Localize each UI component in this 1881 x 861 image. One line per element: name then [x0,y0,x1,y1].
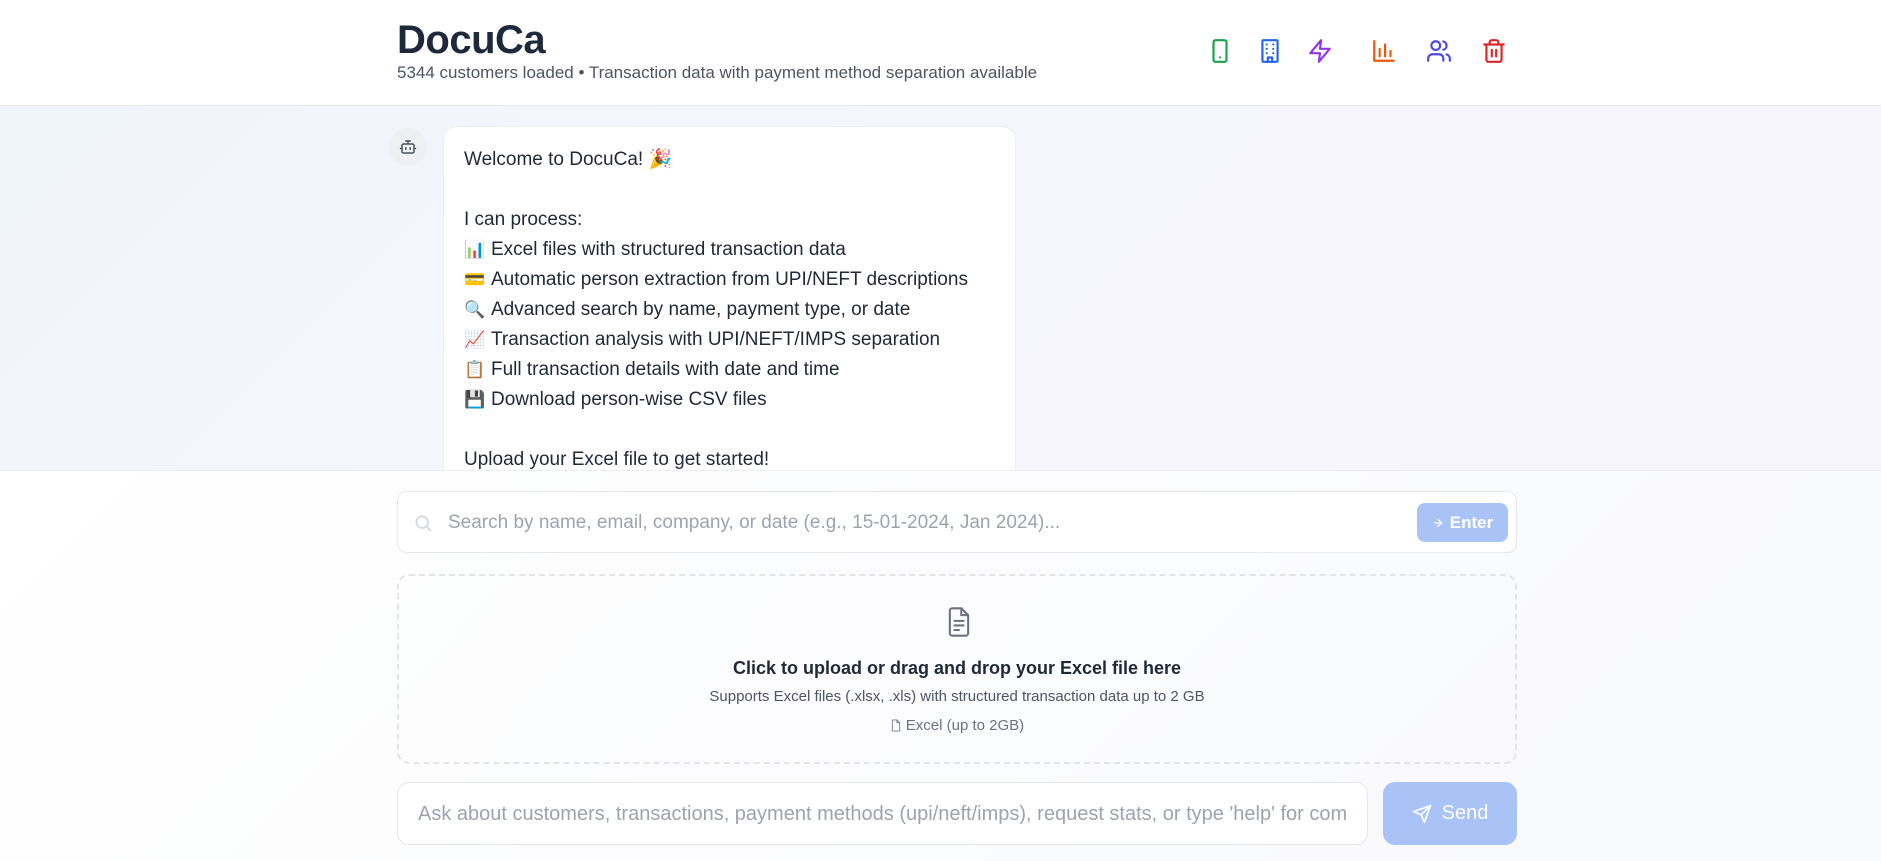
search-input[interactable] [448,506,1388,540]
app-subtitle: 5344 customers loaded • Transaction data… [397,63,1038,82]
input-panel: Enter Click to upload or drag and drop y… [0,471,1881,861]
app-header: DocuCa 5344 customers loaded • Transacti… [0,0,1881,106]
upload-subtitle: Supports Excel files (.xlsx, .xls) with … [709,688,1205,705]
feature-item: 📋 Full transaction details with date and … [464,355,995,385]
upload-title: Click to upload or drag and drop your Ex… [732,658,1182,678]
file-icon [891,719,900,732]
arrow-right-icon [1433,518,1442,527]
upload-format-badge: Excel (up to 2GB) [399,717,1515,734]
search-bar: Enter [397,491,1517,553]
zap-icon[interactable] [1305,36,1335,66]
search-icon [412,512,434,534]
bot-icon [389,128,427,166]
feature-item: 🔍 Advanced search by name, payment type, … [464,295,995,325]
bar-chart-icon[interactable] [1369,36,1399,66]
credit-card-emoji-icon: 💳 [464,270,486,289]
file-text-icon [945,606,973,638]
send-button[interactable]: Send [1383,782,1517,845]
chat-messages[interactable]: Welcome to DocuCa! 🎉 I can process: 📊 Exc… [0,106,1881,471]
feature-item: 📊 Excel files with structured transaction… [464,235,995,265]
outro-text: Upload your Excel file to get started! [464,449,770,470]
chat-input[interactable] [418,797,1348,831]
users-icon[interactable] [1424,36,1454,66]
building-icon[interactable] [1255,36,1285,66]
app-title: DocuCa [397,18,546,62]
feature-item: 💳 Automatic person extraction from UPI/NE… [464,265,995,295]
trash-icon[interactable] [1479,36,1509,66]
send-button-label: Send [1441,802,1489,824]
bot-message: Welcome to DocuCa! 🎉 I can process: 📊 Exc… [443,126,1016,470]
chat-composer [397,782,1368,845]
enter-button-label: Enter [1449,512,1494,532]
floppy-emoji-icon: 💾 [464,390,486,409]
feature-item: 📈 Transaction analysis with UPI/NEFT/IMPS… [464,325,995,355]
smartphone-icon[interactable] [1205,36,1235,66]
feature-item: 💾 Download person-wise CSV files [464,385,995,415]
send-icon [1412,804,1431,823]
enter-button[interactable]: Enter [1417,503,1508,542]
intro-text: I can process: [464,209,583,230]
chart-emoji-icon: 📊 [464,240,486,259]
file-upload-dropzone[interactable]: Click to upload or drag and drop your Ex… [397,574,1517,764]
trend-emoji-icon: 📈 [464,330,486,349]
welcome-text: Welcome to DocuCa! 🎉 [464,149,673,170]
magnifier-emoji-icon: 🔍 [464,300,486,319]
clipboard-emoji-icon: 📋 [464,360,486,379]
